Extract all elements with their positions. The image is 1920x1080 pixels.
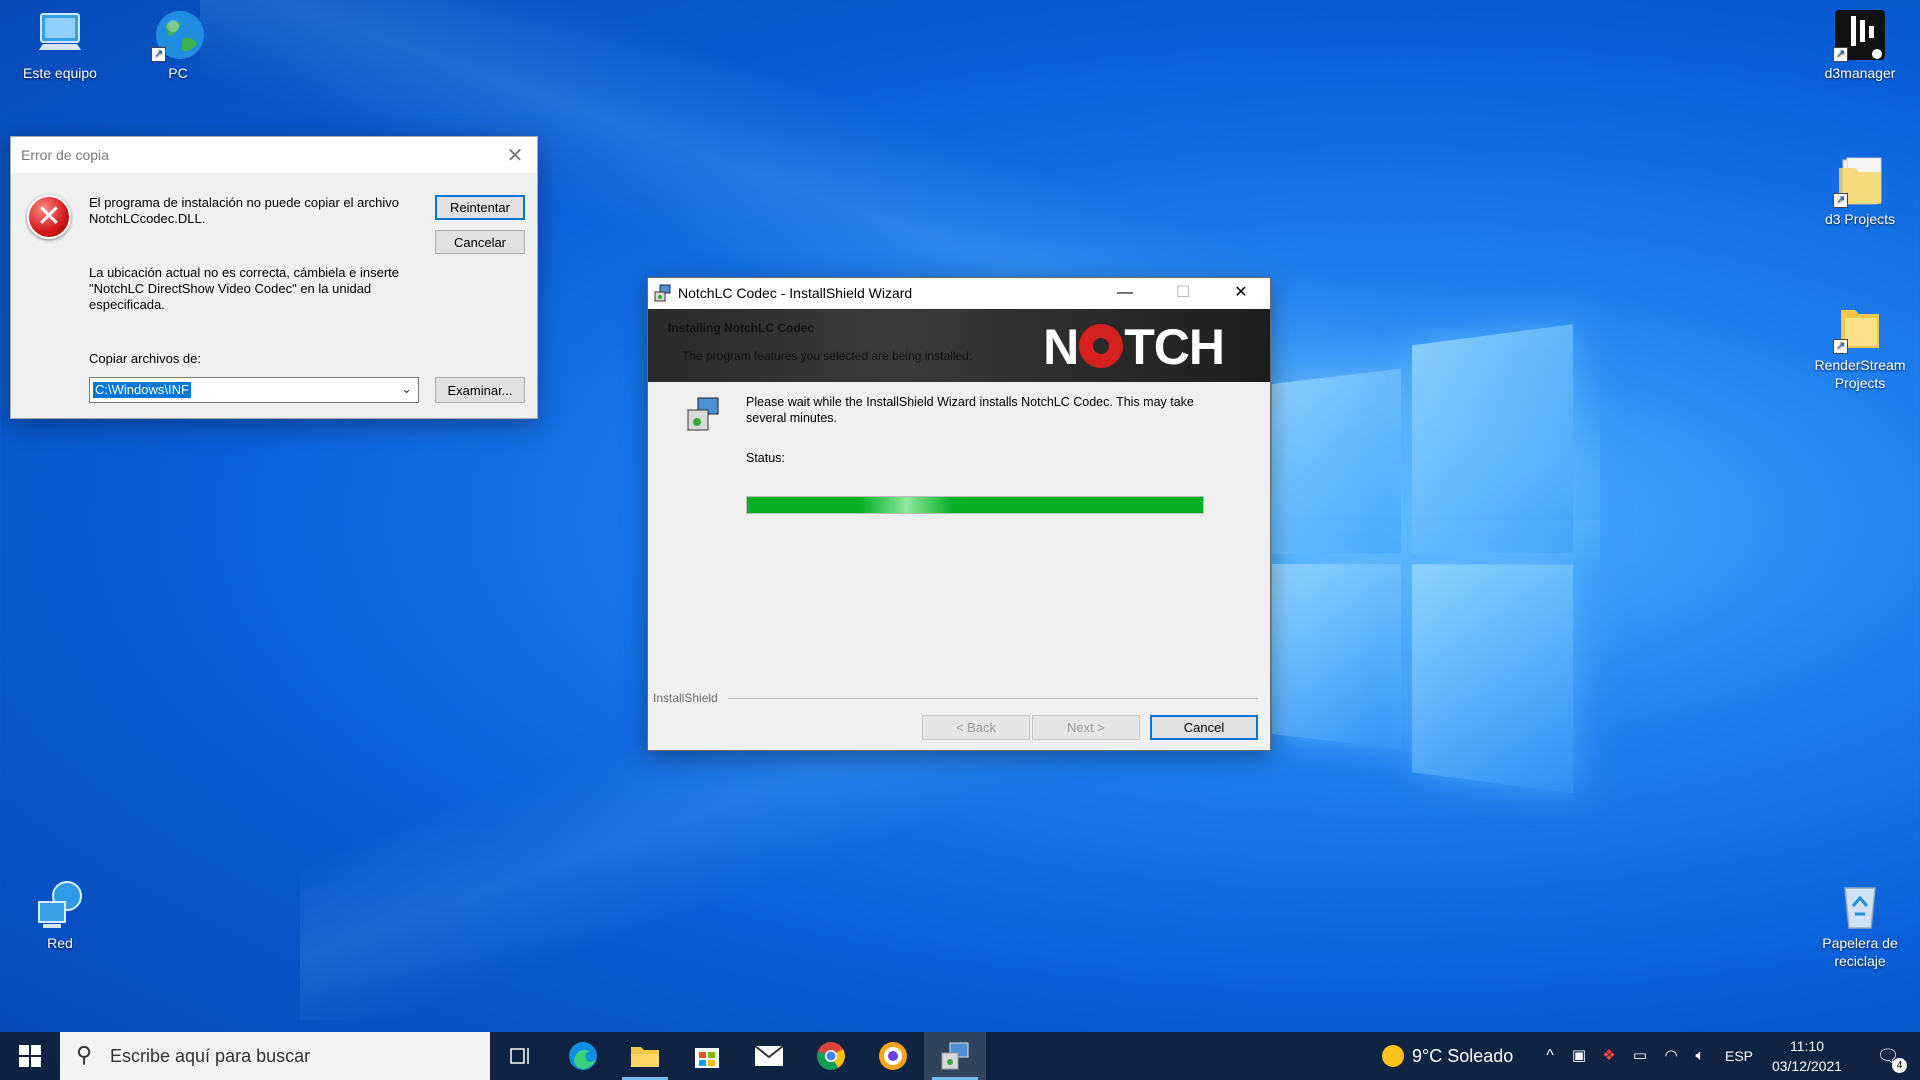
wizard-cancel-button[interactable]: Cancel <box>1150 715 1258 740</box>
cancel-button[interactable]: Cancelar <box>435 230 525 254</box>
notification-count-badge: 4 <box>1892 1058 1907 1073</box>
wizard-titlebar: NotchLC Codec - InstallShield Wizard — ☐… <box>648 278 1270 309</box>
back-button[interactable]: < Back <box>922 715 1030 740</box>
chrome-button[interactable] <box>800 1032 862 1080</box>
weather-widget[interactable]: 9°C Soleado <box>1382 1032 1532 1080</box>
installer-icon <box>686 396 722 432</box>
start-button[interactable] <box>0 1032 60 1080</box>
desktop-icon-label: PC <box>168 65 188 81</box>
shortcut-arrow-icon: ↗ <box>1833 193 1848 208</box>
wifi-icon[interactable]: ◠ <box>1660 1032 1682 1080</box>
clock-time: 11:10 <box>1790 1038 1824 1054</box>
taskbar-search-box[interactable]: ⚲ Escribe aquí para buscar <box>60 1032 490 1080</box>
shortcut-arrow-icon: ↗ <box>1833 47 1848 62</box>
desktop-icon-label: d3manager <box>1824 65 1896 81</box>
volume-icon[interactable]: 🔈︎ <box>1688 1032 1712 1080</box>
install-progress-bar <box>746 496 1204 514</box>
progress-fill <box>747 497 1203 513</box>
browse-button[interactable]: Examinar... <box>435 377 525 403</box>
banner-title: Installing NotchLC Codec <box>668 321 815 335</box>
computer-icon <box>33 8 87 62</box>
notification-center-button[interactable]: 🗨︎ 4 <box>1868 1032 1908 1080</box>
weather-text: 9°C Soleado <box>1412 1046 1514 1066</box>
file-explorer-button[interactable] <box>614 1032 676 1080</box>
desktop-icon-label: Red <box>47 935 73 951</box>
store-icon <box>695 1048 719 1068</box>
desktop-icon-d3manager[interactable]: ↗ d3manager <box>1810 8 1910 82</box>
wizard-banner: Installing NotchLC Codec The program fea… <box>648 309 1270 382</box>
recycle-bin-icon <box>1833 878 1887 932</box>
desktop-icon-este-equipo[interactable]: Este equipo <box>10 8 110 82</box>
clock-date: 03/12/2021 <box>1771 1058 1843 1074</box>
error-icon: ✕ <box>27 195 71 239</box>
chrome-icon <box>817 1042 845 1070</box>
desktop-icon-label: Este equipo <box>23 65 97 81</box>
copy-from-value: C:\Windows\INF <box>93 382 191 398</box>
footer-divider <box>728 698 1258 699</box>
d3-app-icon: ↗ <box>1833 8 1887 62</box>
install-message: Please wait while the InstallShield Wiza… <box>746 395 1194 425</box>
mail-button[interactable] <box>738 1032 800 1080</box>
dropbox-icon[interactable]: ❖ <box>1598 1032 1620 1080</box>
task-view-icon <box>510 1048 529 1064</box>
desktop-icon-renderstream-projects[interactable]: ↗ RenderStream Projects <box>1810 300 1910 392</box>
copy-from-label: Copiar archivos de: <box>89 351 201 366</box>
clock[interactable]: 11:10 03/12/2021 <box>1762 1032 1852 1080</box>
desktop-icon-red[interactable]: Red <box>10 878 110 952</box>
wizard-title: NotchLC Codec - InstallShield Wizard <box>678 285 913 301</box>
windows-icon <box>19 1045 41 1067</box>
mail-icon <box>754 1045 784 1066</box>
next-button[interactable]: Next > <box>1032 715 1140 740</box>
language-indicator[interactable]: ESP <box>1724 1032 1754 1080</box>
copy-from-combobox[interactable]: C:\Windows\INF ⌄ <box>89 377 419 403</box>
copy-error-dialog: Error de copia ✕ ✕ El programa de instal… <box>10 136 538 419</box>
desktop-icon-pc[interactable]: ↗ PC <box>128 8 228 82</box>
edge-browser-button[interactable] <box>552 1032 614 1080</box>
windows-wallpaper-logo <box>1272 324 1574 794</box>
meet-now-icon[interactable]: ▣ <box>1568 1032 1590 1080</box>
sun-icon <box>1382 1045 1404 1067</box>
gear-icon <box>1079 324 1124 368</box>
installer-icon <box>941 1042 969 1070</box>
error-instructions: La ubicación actual no es correcta, cámb… <box>89 265 400 312</box>
search-placeholder: Escribe aquí para buscar <box>110 1046 311 1066</box>
browser-icon <box>879 1042 907 1070</box>
chevron-up-icon[interactable]: ^ <box>1540 1032 1560 1080</box>
desktop-icon-d3-projects[interactable]: ↗ d3 Projects <box>1810 154 1910 228</box>
installshield-wizard-window: NotchLC Codec - InstallShield Wizard — ☐… <box>647 277 1271 751</box>
globe-icon: ↗ <box>151 8 205 62</box>
edge-icon <box>569 1042 597 1070</box>
dialog-titlebar: Error de copia <box>11 137 537 173</box>
search-icon: ⚲ <box>76 1042 93 1067</box>
dialog-title: Error de copia <box>21 147 109 163</box>
maximize-icon: ☐ <box>1175 284 1191 301</box>
shortcut-arrow-icon: ↗ <box>151 47 166 62</box>
shortcut-arrow-icon: ↗ <box>1833 339 1848 354</box>
status-label: Status: <box>746 451 785 465</box>
folder-icon: ↗ <box>1833 154 1887 208</box>
notch-logo: N TCH <box>1043 319 1225 375</box>
desktop-icon-recycle-bin[interactable]: Papelera de reciclaje <box>1810 878 1910 970</box>
close-icon[interactable]: ✕ <box>1212 278 1270 309</box>
banner-subtitle: The program features you selected are be… <box>682 349 973 363</box>
desktop-icon-label: d3 Projects <box>1824 211 1896 227</box>
microsoft-store-button[interactable] <box>676 1032 738 1080</box>
error-message: El programa de instalación no puede copi… <box>89 195 400 226</box>
minimize-icon[interactable]: — <box>1096 278 1154 309</box>
task-view-button[interactable] <box>490 1032 552 1080</box>
chevron-down-icon[interactable]: ⌄ <box>401 381 412 397</box>
battery-icon[interactable]: ▭ <box>1628 1032 1652 1080</box>
installshield-taskbar-button[interactable] <box>924 1032 986 1080</box>
desktop-icon-label: RenderStream Projects <box>1814 357 1906 391</box>
brave-browser-button[interactable] <box>862 1032 924 1080</box>
taskbar: ⚲ Escribe aquí para buscar 9°C Soleado ^… <box>0 1032 1920 1080</box>
installshield-brand: InstallShield <box>653 691 718 705</box>
folder-icon: ↗ <box>1833 300 1887 354</box>
retry-button[interactable]: Reintentar <box>435 195 525 220</box>
desktop-icon-label: Papelera de reciclaje <box>1822 935 1898 969</box>
folder-icon <box>631 1047 659 1067</box>
installer-icon <box>654 284 672 302</box>
close-icon[interactable]: ✕ <box>503 143 527 168</box>
network-icon <box>33 878 87 932</box>
